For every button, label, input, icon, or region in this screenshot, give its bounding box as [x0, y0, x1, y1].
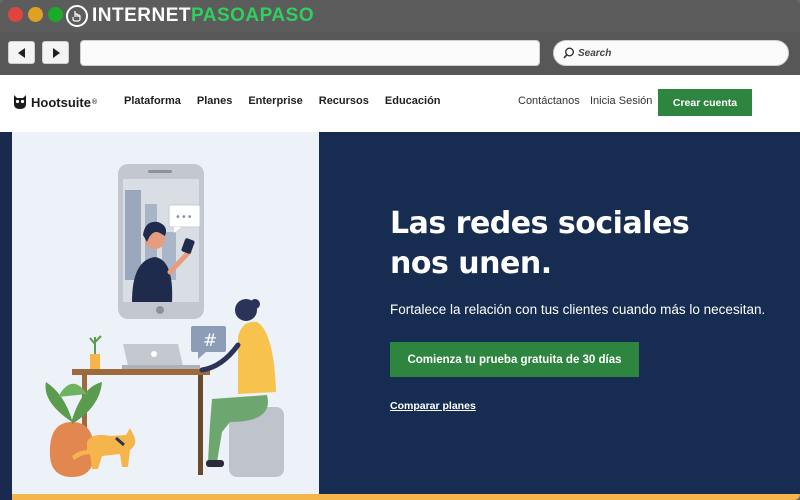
brand-text-pasoapaso: PASOAPASO	[191, 5, 315, 26]
maximize-window-button[interactable]	[48, 7, 63, 22]
arrow-left-icon	[17, 47, 25, 58]
logo-registered-mark: ®	[90, 98, 98, 106]
hashtag-text: #	[203, 331, 217, 351]
nav-item-recursos[interactable]: Recursos	[319, 95, 369, 107]
people-working-illustration: ••• #	[45, 164, 284, 477]
logo-text: Hootsuite	[31, 94, 91, 110]
hero-title-line-1: Las redes sociales	[390, 206, 690, 241]
arrow-right-icon	[52, 47, 60, 58]
nav-item-plataforma[interactable]: Plataforma	[124, 95, 181, 107]
main-nav: Plataforma Planes Enterprise Recursos Ed…	[124, 95, 441, 107]
search-placeholder: Search	[578, 47, 612, 59]
browser-window: INTERNET PASOAPASO Search Hootsuite ® Pl…	[0, 0, 800, 500]
hero-illustration: ••• #	[12, 132, 319, 500]
signup-button[interactable]: Crear cuenta	[658, 89, 752, 116]
cursor-hand-icon	[66, 5, 88, 27]
chat-bubble-dots: •••	[175, 212, 193, 223]
accent-bar	[12, 494, 800, 500]
hootsuite-logo[interactable]: Hootsuite ®	[13, 94, 98, 110]
nav-item-enterprise[interactable]: Enterprise	[248, 95, 302, 107]
hero-section: ••• # Las redes sociales nos unen. Forta…	[0, 132, 800, 500]
login-link[interactable]: Inicia Sesión	[590, 95, 652, 107]
browser-toolbar: Search	[0, 32, 800, 75]
contact-link[interactable]: Contáctanos	[518, 95, 580, 107]
hero-subtitle: Fortalece la relación con tus clientes c…	[390, 302, 766, 317]
nav-item-planes[interactable]: Planes	[197, 95, 232, 107]
forward-button[interactable]	[42, 41, 69, 64]
close-window-button[interactable]	[8, 7, 23, 22]
back-button[interactable]	[8, 41, 35, 64]
search-icon	[563, 47, 574, 59]
free-trial-button[interactable]: Comienza tu prueba gratuita de 30 días	[390, 342, 639, 377]
title-bar: INTERNET PASOAPASO	[0, 0, 800, 32]
browser-search-input[interactable]: Search	[553, 40, 789, 66]
web-page: Hootsuite ® Plataforma Planes Enterprise …	[0, 75, 800, 500]
address-bar[interactable]	[80, 40, 540, 66]
minimize-window-button[interactable]	[28, 7, 43, 22]
hero-title-line-2: nos unen.	[390, 246, 552, 281]
site-watermark-logo: INTERNET PASOAPASO	[66, 3, 314, 29]
hero-left-edge	[0, 132, 12, 500]
hero-content: Las redes sociales nos unen. Fortalece l…	[319, 132, 800, 500]
hero-title: Las redes sociales nos unen.	[390, 204, 770, 284]
compare-plans-link[interactable]: Comparar planes	[390, 400, 476, 412]
owl-icon	[14, 95, 26, 109]
site-header: Hootsuite ® Plataforma Planes Enterprise …	[0, 75, 800, 132]
brand-text-internet: INTERNET	[92, 5, 191, 26]
nav-item-educacion[interactable]: Educación	[385, 95, 441, 107]
